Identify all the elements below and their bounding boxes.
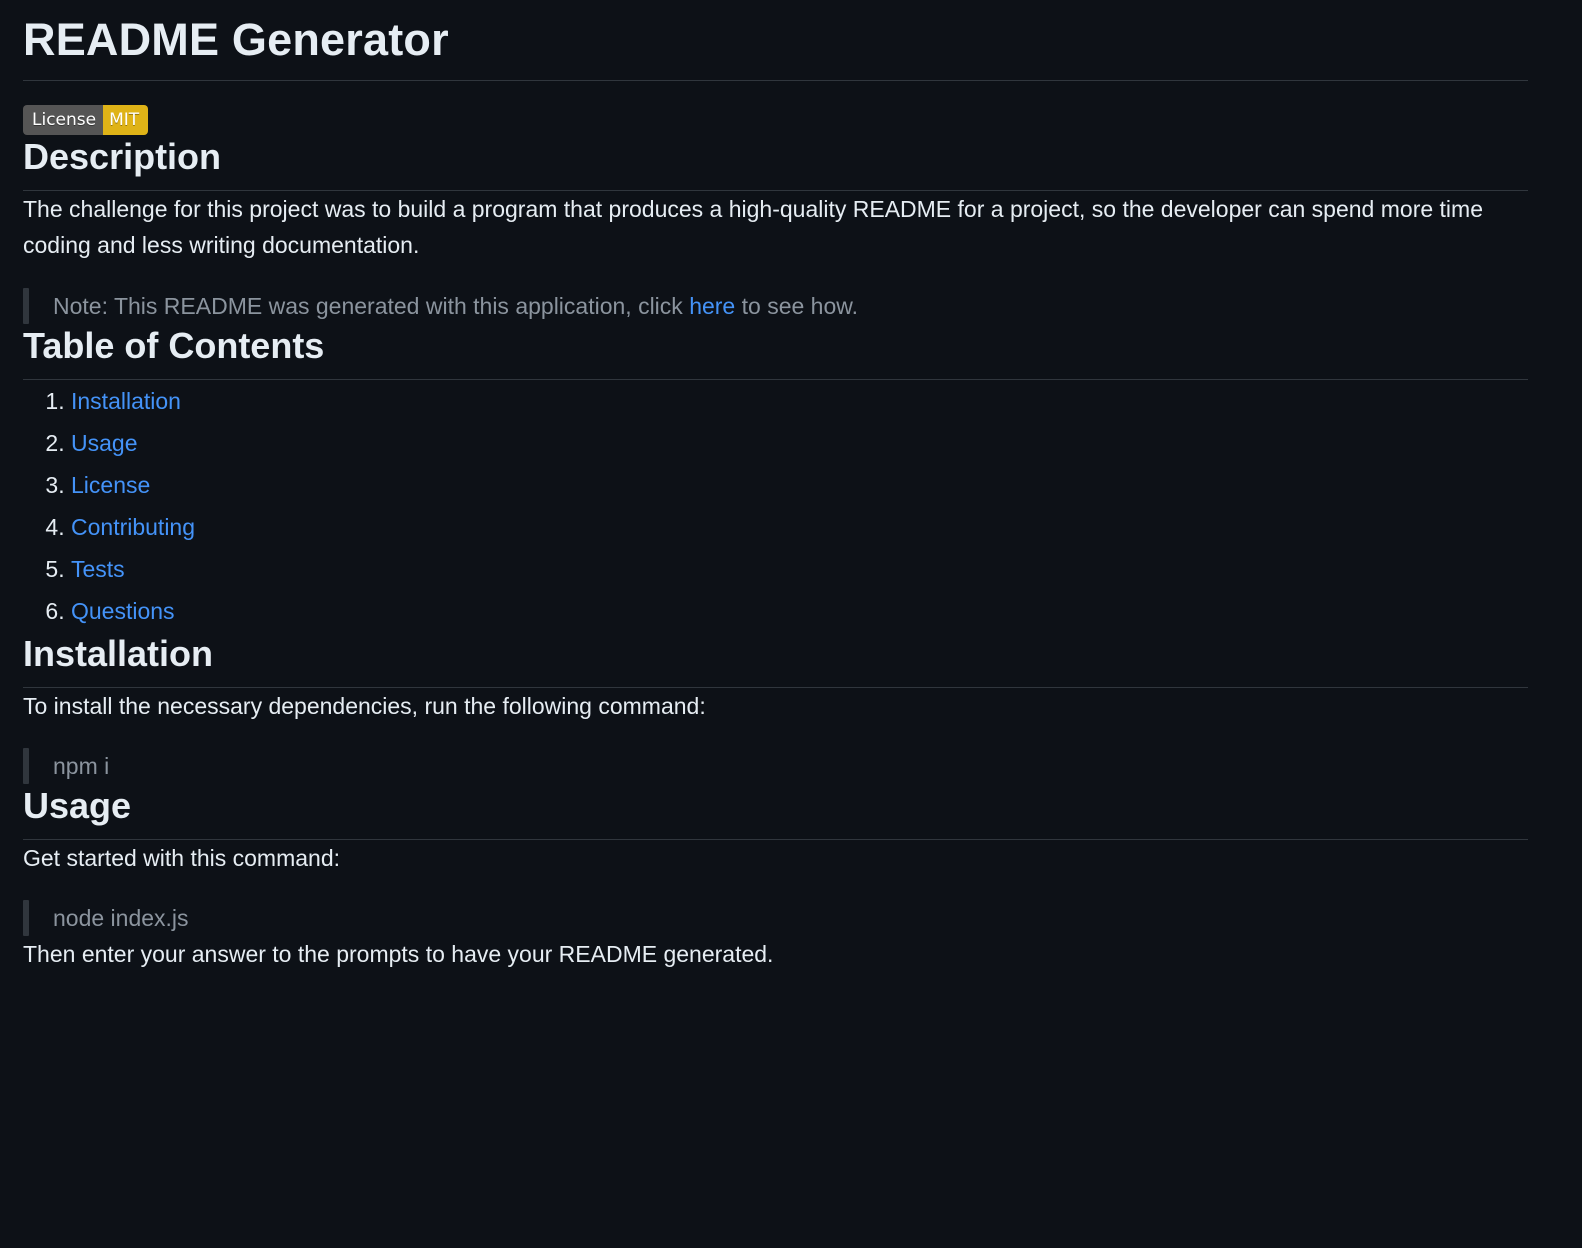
toc-item: Usage [71,422,1528,464]
install-command: npm i [53,753,110,779]
usage-followup-text: Then enter your answer to the prompts to… [23,941,774,967]
usage-text: Get started with this command: [23,845,341,871]
toc-item: License [71,464,1528,506]
license-badge-value: MIT [103,105,149,135]
toc-link-usage[interactable]: Usage [71,430,137,456]
toc-link-tests[interactable]: Tests [71,556,125,582]
note-suffix: to see how. [735,293,858,319]
toc-link-installation[interactable]: Installation [71,388,181,414]
installation-heading: Installation [23,632,1528,688]
readme-page: README Generator License MIT Description… [0,0,1582,1248]
toc-link-license[interactable]: License [71,472,150,498]
usage-command: node index.js [53,905,189,931]
toc-item: Questions [71,590,1528,632]
toc-item: Tests [71,548,1528,590]
toc-link-contributing[interactable]: Contributing [71,514,195,540]
toc-item: Contributing [71,506,1528,548]
toc-item: Installation [71,380,1528,422]
install-command-blockquote: npm i [23,748,1528,784]
license-badge[interactable]: License MIT [23,105,149,135]
description-heading: Description [23,135,1528,191]
toc-link-questions[interactable]: Questions [71,598,175,624]
readme-content: README Generator License MIT Description… [23,0,1528,972]
installation-text: To install the necessary dependencies, r… [23,693,706,719]
description-text: The challenge for this project was to bu… [23,196,1483,258]
toc-heading: Table of Contents [23,324,1528,380]
page-title: README Generator [23,0,1528,81]
note-blockquote: Note: This README was generated with thi… [23,288,1528,324]
usage-heading: Usage [23,784,1528,840]
usage-command-blockquote: node index.js [23,900,1528,936]
license-badge-label: License [23,105,104,135]
note-prefix: Note: This README was generated with thi… [53,293,690,319]
note-here-link[interactable]: here [689,293,735,319]
toc-list: Installation Usage License Contributing … [23,380,1528,632]
